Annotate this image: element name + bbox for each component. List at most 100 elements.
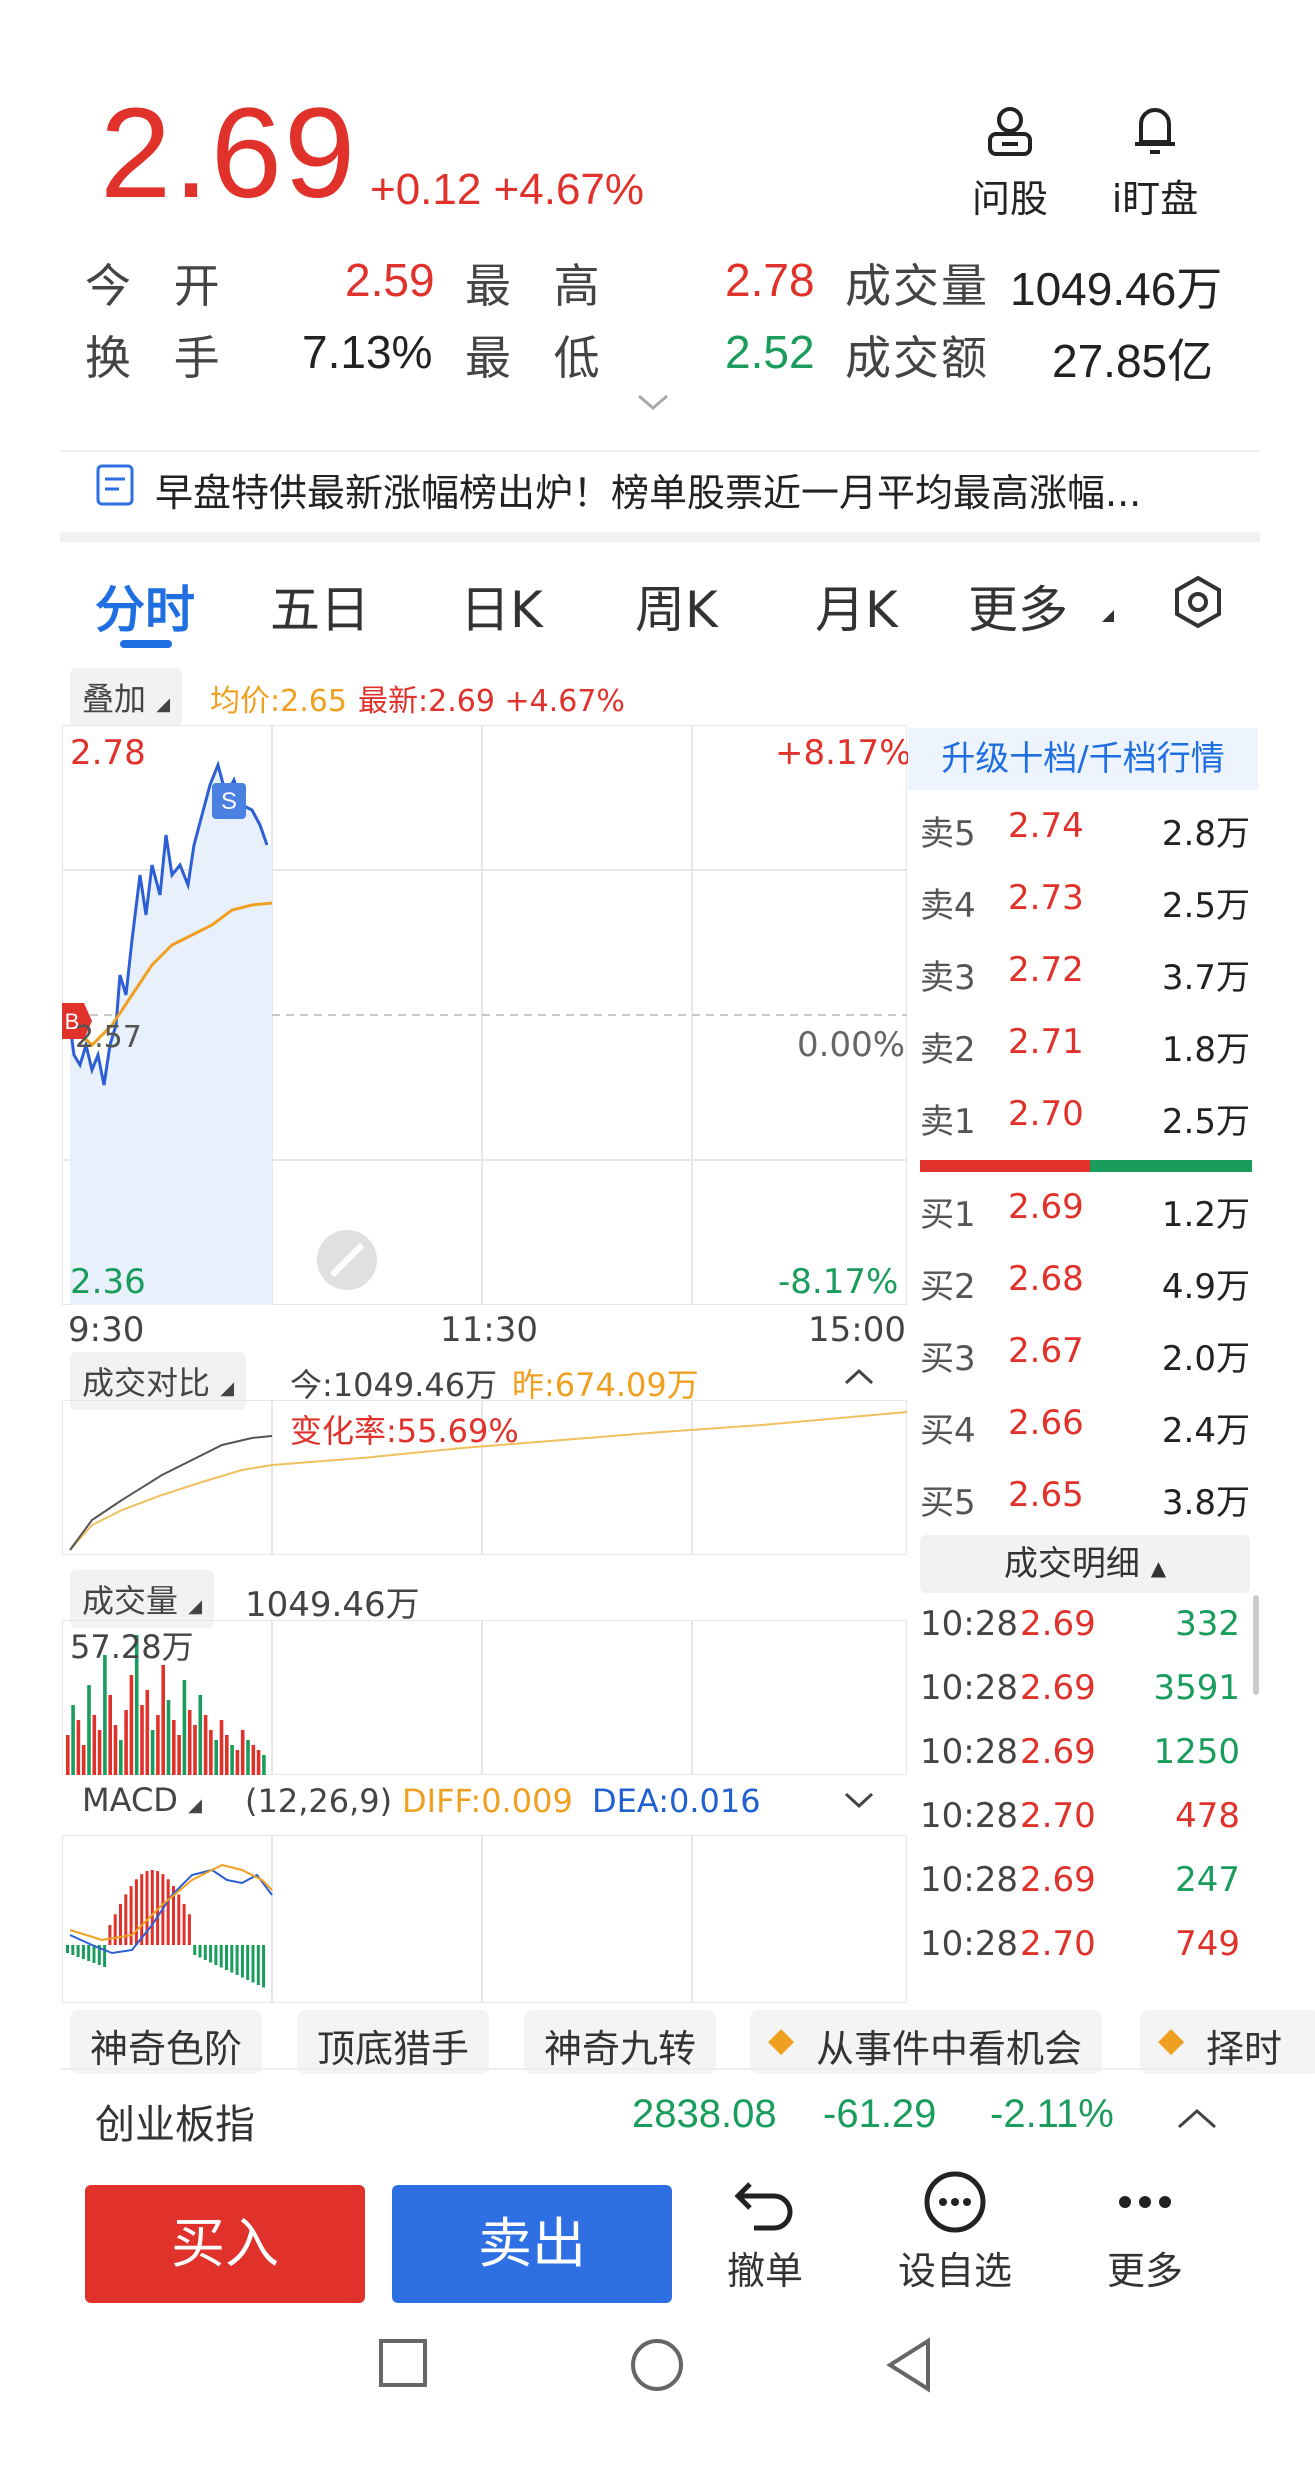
- macd-chart: [62, 1835, 907, 2003]
- sell-level-label: 卖3: [920, 958, 976, 998]
- macd-bar: [235, 1945, 239, 1975]
- time-mid: 11:30: [440, 1310, 538, 1350]
- trade-detail-button[interactable]: 成交明细 ▲: [920, 1535, 1250, 1593]
- macd-bar: [209, 1945, 213, 1963]
- macd-bar: [193, 1945, 197, 1955]
- upgrade-depth-button[interactable]: 升级十档/千档行情: [908, 728, 1258, 790]
- volume-bar: [256, 1750, 261, 1775]
- buy-volume: 3.8万: [1161, 1483, 1250, 1523]
- chip-timing[interactable]: ◆ 择时: [1140, 2010, 1315, 2074]
- volume-bar: [119, 1740, 123, 1775]
- low-value: 2.52: [725, 326, 815, 378]
- macd-bar: [124, 1894, 128, 1945]
- more-dots-icon: [1119, 2196, 1171, 2208]
- volume-bar: [172, 1720, 176, 1775]
- buy-level-label: 买1: [920, 1195, 976, 1235]
- macd-bar: [256, 1945, 260, 1985]
- intraday-chart[interactable]: S B: [62, 725, 907, 1305]
- triangle-icon: ◢: [156, 694, 171, 715]
- time-end: 15:00: [808, 1310, 906, 1350]
- buy-button[interactable]: 买入: [85, 2185, 365, 2303]
- tick-volume: 1250: [1153, 1732, 1240, 1772]
- buy-row[interactable]: 买1 2.69 1.2万: [920, 1187, 1250, 1247]
- macd-dea: DEA:0.016: [592, 1782, 761, 1820]
- ticks-scrollbar[interactable]: [1253, 1595, 1259, 1695]
- volume-bar: [76, 1720, 81, 1775]
- add-watchlist-button[interactable]: 设自选: [885, 2170, 1025, 2295]
- volume-bar: [166, 1700, 171, 1775]
- back-icon[interactable]: [882, 2335, 938, 2395]
- active-tab-indicator: [120, 640, 172, 648]
- tab-more[interactable]: 更多: [968, 570, 1068, 642]
- tick-volume: 247: [1175, 1860, 1240, 1900]
- sell-row[interactable]: 卖5 2.74 2.8万: [920, 806, 1250, 866]
- tick-price: 2.70: [1020, 1796, 1096, 1836]
- tick-price: 2.69: [1020, 1604, 1096, 1644]
- expand-chevron-icon[interactable]: [635, 392, 671, 414]
- buy-row[interactable]: 买3 2.67 2.0万: [920, 1331, 1250, 1391]
- sell-row[interactable]: 卖2 2.71 1.8万: [920, 1022, 1250, 1082]
- chevron-down-icon[interactable]: [842, 1790, 876, 1812]
- overlay-button[interactable]: 叠加 ◢: [70, 668, 183, 726]
- buy-volume: 2.0万: [1161, 1339, 1250, 1379]
- home-icon[interactable]: [627, 2335, 687, 2395]
- trade-tick-row: 10:28 2.69 1250: [920, 1732, 1240, 1792]
- volume-bar: [124, 1710, 128, 1775]
- chip-top-bottom-hunter[interactable]: 顶底猎手: [297, 2010, 490, 2074]
- macd-button[interactable]: MACD ◢: [70, 1775, 214, 1825]
- buy-price: 2.67: [1008, 1331, 1084, 1371]
- ask-stock-button[interactable]: 问股: [945, 100, 1075, 223]
- more-actions-button[interactable]: 更多: [1075, 2170, 1215, 2295]
- amount-label: 成交额: [845, 331, 989, 385]
- volume-bar: [251, 1745, 256, 1775]
- volume-max: 57.28万: [70, 1628, 194, 1666]
- avg-price: 均价:2.65: [210, 684, 347, 719]
- index-pct: -2.11%: [990, 2092, 1114, 2136]
- volume-bar: [240, 1730, 245, 1775]
- sell-price: 2.74: [1008, 806, 1084, 846]
- trade-tick-row: 10:28 2.70 478: [920, 1796, 1240, 1856]
- tab-daily-k[interactable]: 日K: [460, 570, 543, 642]
- sell-level-label: 卖4: [920, 886, 976, 926]
- chip-magic-nine[interactable]: 神奇九转: [524, 2010, 717, 2074]
- tick-time: 10:28: [920, 1924, 1018, 1964]
- tick-volume: 332: [1175, 1604, 1240, 1644]
- macd-bar: [251, 1945, 255, 1983]
- volume-bar: [129, 1675, 134, 1775]
- sell-row[interactable]: 卖1 2.70 2.5万: [920, 1094, 1250, 1154]
- tab-monthly-k[interactable]: 月K: [815, 570, 898, 642]
- chip-event-opportunity[interactable]: ◆ 从事件中看机会: [750, 2010, 1103, 2074]
- collapse-chevron-icon[interactable]: [842, 1365, 876, 1387]
- recent-apps-icon[interactable]: [375, 2335, 431, 2391]
- tick-time: 10:28: [920, 1668, 1018, 1708]
- person-icon: [988, 107, 1032, 156]
- settings-hexagon-icon[interactable]: [1168, 572, 1228, 632]
- index-value: 2838.08: [632, 2092, 777, 2136]
- triangle-up-icon: ▲: [1150, 1556, 1167, 1580]
- sell-row[interactable]: 卖3 2.72 3.7万: [920, 950, 1250, 1010]
- buy-row[interactable]: 买2 2.68 4.9万: [920, 1259, 1250, 1319]
- chip-color-scale[interactable]: 神奇色阶: [70, 2010, 263, 2074]
- buy-row[interactable]: 买4 2.66 2.4万: [920, 1403, 1250, 1463]
- buy-row[interactable]: 买5 2.65 3.8万: [920, 1475, 1250, 1535]
- macd-bar: [92, 1945, 96, 1963]
- buy-price: 2.69: [1008, 1187, 1084, 1227]
- macd-bar: [103, 1945, 107, 1967]
- tab-weekly-k[interactable]: 周K: [635, 570, 718, 642]
- y-high-label: 2.78: [70, 733, 146, 773]
- volume-bar: [177, 1735, 181, 1775]
- turnover-value: 7.13%: [302, 326, 433, 378]
- tick-time: 10:28: [920, 1732, 1018, 1772]
- sell-price: 2.72: [1008, 950, 1084, 990]
- chevron-up-icon[interactable]: [1175, 2105, 1219, 2131]
- sell-row[interactable]: 卖4 2.73 2.5万: [920, 878, 1250, 938]
- tab-five-day[interactable]: 五日: [270, 570, 370, 642]
- open-label: 今 开: [85, 259, 234, 313]
- cancel-order-button[interactable]: 撤单: [695, 2170, 835, 2295]
- news-text[interactable]: 早盘特供最新涨幅榜出炉！榜单股票近一月平均最高涨幅...: [155, 462, 1141, 517]
- macd-bar: [113, 1914, 117, 1945]
- tab-intraday[interactable]: 分时: [95, 570, 195, 642]
- sell-button[interactable]: 卖出: [392, 2185, 672, 2303]
- watch-button[interactable]: i盯盘: [1090, 100, 1220, 223]
- bell-icon: [1135, 108, 1175, 154]
